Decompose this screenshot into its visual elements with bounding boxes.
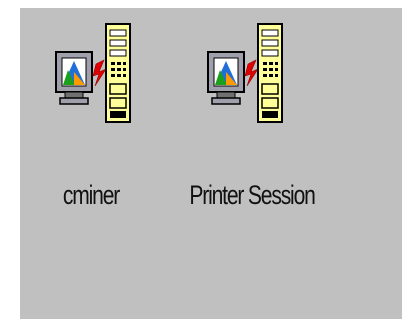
session-item-printer-session[interactable]: Printer Session (174, 14, 316, 214)
session-label: cminer (62, 180, 120, 210)
session-item-cminer[interactable]: cminer (46, 14, 136, 214)
printer-session-icon (202, 14, 286, 134)
session-label: Printer Session (189, 180, 315, 210)
pc-session-icon (50, 14, 134, 134)
session-window: cminer Printer Session (20, 8, 402, 319)
